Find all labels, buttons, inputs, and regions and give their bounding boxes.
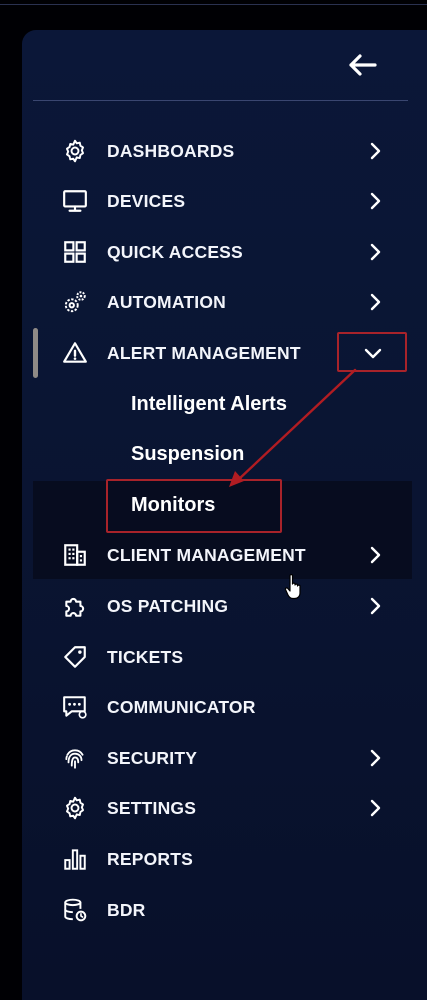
sidebar-item-label: ALERT MANAGEMENT bbox=[107, 343, 301, 363]
chevron-down-icon bbox=[364, 348, 382, 359]
sidebar-item-label: DASHBOARDS bbox=[107, 141, 235, 161]
bar-chart-icon bbox=[62, 846, 88, 872]
annotation-highlight-box bbox=[106, 479, 282, 533]
database-icon bbox=[62, 897, 88, 923]
grid-icon bbox=[62, 239, 88, 265]
tag-icon bbox=[62, 644, 88, 670]
chevron-right-icon bbox=[365, 596, 385, 616]
sidebar-item-label: QUICK ACCESS bbox=[107, 242, 243, 262]
chevron-right-icon bbox=[365, 798, 385, 818]
sidebar-item-settings[interactable]: SETTINGS bbox=[32, 783, 412, 833]
building-icon bbox=[62, 542, 88, 568]
chevron-right-icon bbox=[365, 748, 385, 768]
sidebar-item-label: TICKETS bbox=[107, 647, 184, 667]
sidebar-item-label: COMMUNICATOR bbox=[107, 697, 256, 717]
fingerprint-icon bbox=[62, 745, 88, 771]
monitor-icon bbox=[62, 188, 88, 214]
sidebar-item-tickets[interactable]: TICKETS bbox=[32, 632, 412, 682]
sidebar-item-devices[interactable]: DEVICES bbox=[32, 176, 412, 226]
sidebar-item-reports[interactable]: REPORTS bbox=[32, 834, 412, 884]
sidebar-item-bdr[interactable]: BDR bbox=[32, 885, 412, 935]
sidebar-item-security[interactable]: SECURITY bbox=[32, 733, 412, 783]
sidebar-item-label: BDR bbox=[107, 900, 146, 920]
sidebar-item-label: SECURITY bbox=[107, 748, 198, 768]
arrow-left-icon bbox=[349, 54, 377, 76]
chevron-right-icon bbox=[365, 141, 385, 161]
sidebar-item-communicator[interactable]: COMMUNICATOR bbox=[32, 682, 412, 732]
gear-icon bbox=[62, 795, 88, 821]
expand-toggle-alert-management[interactable] bbox=[337, 332, 407, 372]
collapse-sidebar-button[interactable] bbox=[345, 52, 381, 78]
puzzle-icon bbox=[62, 593, 88, 619]
sidebar-item-label: SETTINGS bbox=[107, 798, 197, 818]
sidebar-item-automation[interactable]: AUTOMATION bbox=[32, 277, 412, 327]
submenu-item-suspension[interactable]: Suspension bbox=[131, 429, 244, 479]
top-border bbox=[0, 4, 427, 5]
chevron-right-icon bbox=[365, 292, 385, 312]
sidebar-item-os-patching[interactable]: OS PATCHING bbox=[32, 581, 412, 631]
gears-icon bbox=[62, 289, 88, 315]
sidebar-item-label: AUTOMATION bbox=[107, 292, 226, 312]
sidebar-item-client-management[interactable]: CLIENT MANAGEMENT bbox=[32, 530, 412, 580]
chevron-right-icon bbox=[365, 545, 385, 565]
sidebar-item-label: CLIENT MANAGEMENT bbox=[107, 545, 306, 565]
sidebar-item-label: OS PATCHING bbox=[107, 596, 229, 616]
sidebar-item-label: DEVICES bbox=[107, 191, 186, 211]
sidebar-divider bbox=[33, 100, 408, 101]
hand-cursor-icon bbox=[284, 574, 301, 600]
submenu-item-intelligent-alerts[interactable]: Intelligent Alerts bbox=[131, 379, 287, 429]
gear-icon bbox=[62, 138, 88, 164]
chevron-right-icon bbox=[365, 242, 385, 262]
warning-icon bbox=[62, 340, 88, 366]
sidebar-item-dashboards[interactable]: DASHBOARDS bbox=[32, 126, 412, 176]
chevron-right-icon bbox=[365, 191, 385, 211]
sidebar-item-quick-access[interactable]: QUICK ACCESS bbox=[32, 227, 412, 277]
sidebar-item-label: REPORTS bbox=[107, 849, 193, 869]
chat-icon bbox=[62, 694, 88, 720]
